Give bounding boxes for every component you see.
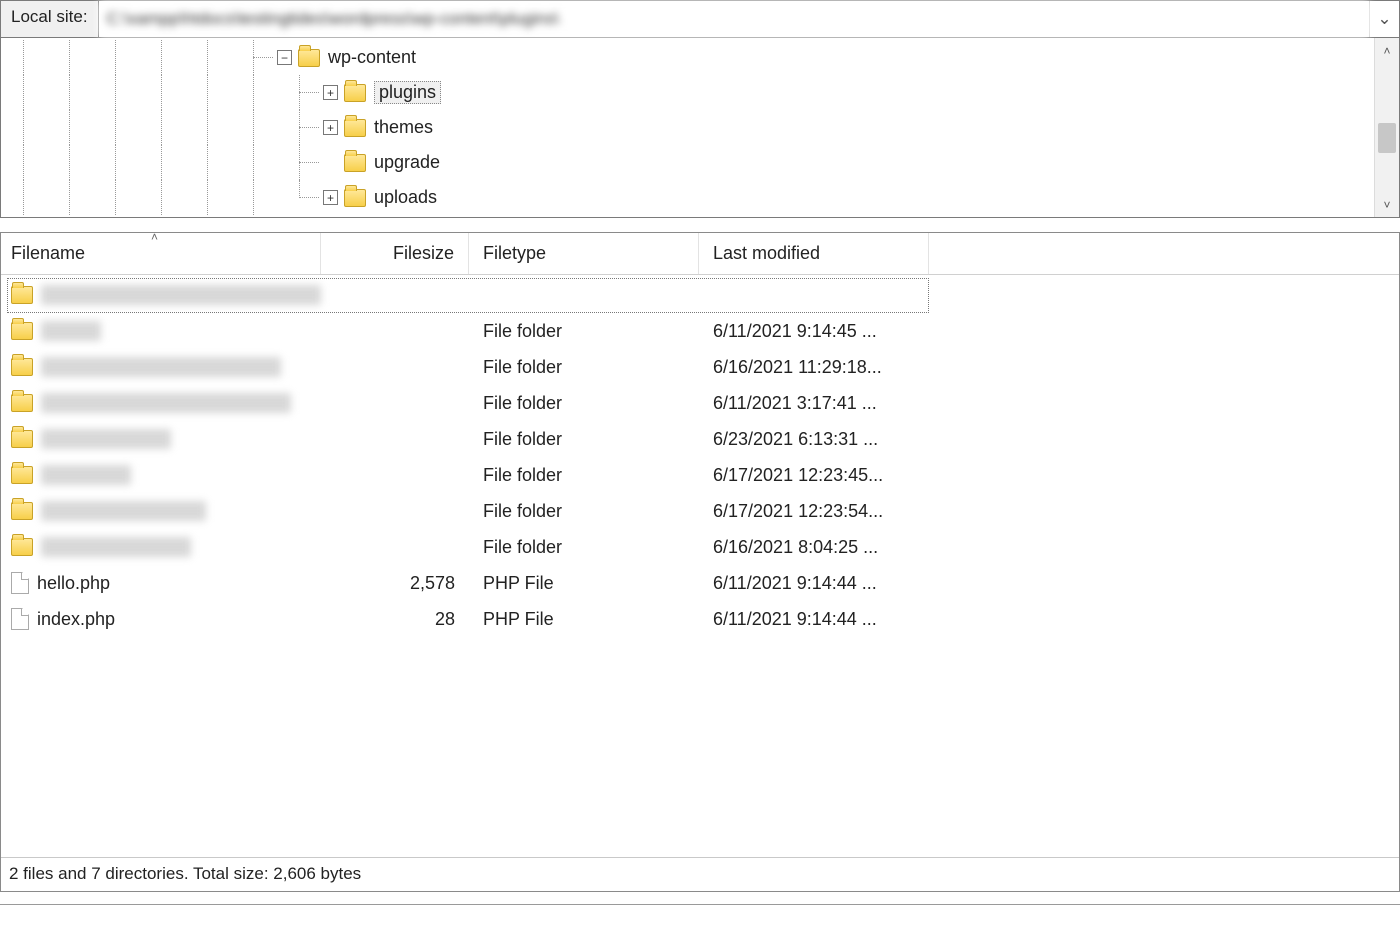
file-type: File folder (469, 429, 699, 450)
local-site-bar: Local site: ⌄ (0, 0, 1400, 38)
file-list-row[interactable]: b File folder6/11/2021 3:17:41 ... (1, 385, 1399, 421)
file-size: 28 (321, 609, 469, 630)
file-list-row[interactable]: f File folder6/17/2021 12:23:54... (1, 493, 1399, 529)
file-name: a (41, 321, 101, 341)
tree-node-label: plugins (374, 81, 441, 104)
column-header-modified[interactable]: Last modified (699, 233, 929, 274)
file-list-row[interactable]: a File folder6/11/2021 9:14:45 ... (1, 313, 1399, 349)
scroll-up-icon[interactable]: ˄ (1375, 38, 1399, 63)
folder-icon (11, 358, 33, 376)
file-name: b (41, 393, 291, 413)
file-icon (11, 572, 29, 594)
file-modified: 6/16/2021 11:29:18... (699, 357, 929, 378)
file-name: v (41, 537, 191, 557)
local-site-label: Local site: (1, 1, 99, 37)
folder-icon (344, 189, 366, 207)
folder-icon (344, 154, 366, 172)
file-list-panel: ˄ Filename Filesize Filetype Last modifi… (0, 232, 1400, 892)
tree-node-label: uploads (374, 187, 437, 208)
sort-ascending-icon: ˄ (151, 230, 158, 244)
file-icon (11, 608, 29, 630)
folder-icon (11, 286, 33, 304)
folder-icon (344, 119, 366, 137)
file-list-row[interactable]: v File folder6/16/2021 8:04:25 ... (1, 529, 1399, 565)
file-modified: 6/11/2021 3:17:41 ... (699, 393, 929, 414)
file-name: .. (41, 285, 321, 305)
tree-node-uploads[interactable]: + uploads (1, 180, 1374, 215)
tree-node-upgrade[interactable]: upgrade (1, 145, 1374, 180)
scroll-down-icon[interactable]: ˅ (1375, 192, 1399, 217)
folder-icon (11, 394, 33, 412)
tree-scrollbar[interactable]: ˄ ˅ (1374, 38, 1399, 217)
file-list-body[interactable]: ..aFile folder6/11/2021 9:14:45 ...bFile… (1, 275, 1399, 857)
file-type: PHP File (469, 573, 699, 594)
tree-node-label: upgrade (374, 152, 440, 173)
expand-icon[interactable]: + (323, 190, 338, 205)
file-type: File folder (469, 393, 699, 414)
file-list-row[interactable]: f File folder6/17/2021 12:23:45... (1, 457, 1399, 493)
folder-icon (11, 502, 33, 520)
file-type: File folder (469, 537, 699, 558)
file-list-row[interactable]: c File folder6/23/2021 6:13:31 ... (1, 421, 1399, 457)
file-name: b (41, 357, 281, 377)
file-name: f (41, 501, 206, 521)
file-modified: 6/11/2021 9:14:44 ... (699, 573, 929, 594)
folder-icon (11, 430, 33, 448)
local-site-dropdown[interactable]: ⌄ (1369, 1, 1399, 37)
tree-node-label: themes (374, 117, 433, 138)
expand-icon[interactable]: + (323, 85, 338, 100)
column-header-filetype[interactable]: Filetype (469, 233, 699, 274)
file-list-row[interactable]: hello.php 2,578PHP File6/11/2021 9:14:44 … (1, 565, 1399, 601)
file-modified: 6/16/2021 8:04:25 ... (699, 537, 929, 558)
directory-tree[interactable]: − wp-content + plugins + (1, 38, 1374, 217)
file-list-row[interactable]: index.php 28PHP File6/11/2021 9:14:44 ... (1, 601, 1399, 637)
file-list-row[interactable]: .. (1, 277, 1399, 313)
file-type: File folder (469, 465, 699, 486)
file-modified: 6/23/2021 6:13:31 ... (699, 429, 929, 450)
file-modified: 6/11/2021 9:14:44 ... (699, 609, 929, 630)
chevron-down-icon: ⌄ (1377, 9, 1391, 29)
column-header-filename[interactable]: ˄ Filename (1, 233, 321, 274)
folder-icon (298, 49, 320, 67)
file-name: hello.php (37, 573, 110, 594)
local-site-path-input[interactable] (99, 1, 1369, 37)
scroll-thumb[interactable] (1378, 123, 1396, 153)
column-header-filesize[interactable]: Filesize (321, 233, 469, 274)
file-size: 2,578 (321, 573, 469, 594)
tree-node-label: wp-content (328, 47, 416, 68)
status-bar: 2 files and 7 directories. Total size: 2… (1, 857, 1399, 891)
expand-icon[interactable]: + (323, 120, 338, 135)
tree-node-plugins[interactable]: + plugins (1, 75, 1374, 110)
folder-icon (11, 322, 33, 340)
file-list-row[interactable]: b File folder6/16/2021 11:29:18... (1, 349, 1399, 385)
tree-node-themes[interactable]: + themes (1, 110, 1374, 145)
file-name: c (41, 429, 171, 449)
tree-node-wp-content[interactable]: − wp-content (1, 40, 1374, 75)
folder-icon (11, 466, 33, 484)
file-list-header: ˄ Filename Filesize Filetype Last modifi… (1, 233, 1399, 275)
file-name: index.php (37, 609, 115, 630)
file-modified: 6/11/2021 9:14:45 ... (699, 321, 929, 342)
scroll-track[interactable] (1375, 63, 1399, 192)
file-type: File folder (469, 501, 699, 522)
file-modified: 6/17/2021 12:23:45... (699, 465, 929, 486)
directory-tree-panel: − wp-content + plugins + (0, 38, 1400, 218)
folder-icon (11, 538, 33, 556)
file-name: f (41, 465, 131, 485)
collapse-icon[interactable]: − (277, 50, 292, 65)
file-modified: 6/17/2021 12:23:54... (699, 501, 929, 522)
panel-divider (0, 904, 1400, 910)
file-type: PHP File (469, 609, 699, 630)
folder-icon (344, 84, 366, 102)
file-type: File folder (469, 321, 699, 342)
file-type: File folder (469, 357, 699, 378)
